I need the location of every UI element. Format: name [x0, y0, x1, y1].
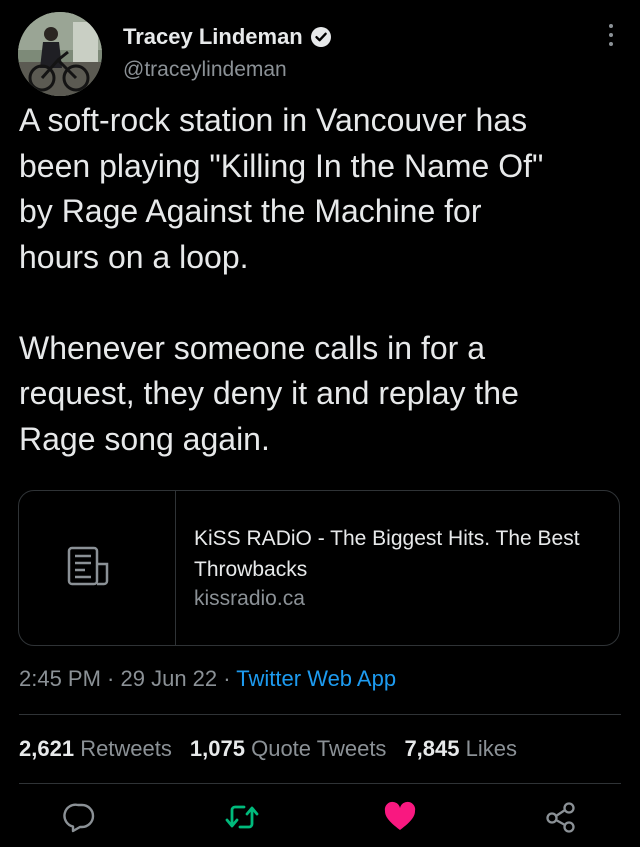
action-bar [0, 800, 640, 844]
quotes-label: Quote Tweets [251, 736, 387, 761]
reply-icon[interactable] [63, 800, 97, 834]
tweet-header: Tracey Lindeman @traceylindeman [18, 12, 624, 96]
author-handle[interactable]: @traceylindeman [123, 58, 332, 82]
quotes-count: 1,075 [189, 736, 245, 761]
card-domain: kissradio.ca [194, 587, 305, 610]
retweet-icon[interactable] [224, 800, 260, 834]
verified-badge-icon [310, 27, 331, 47]
tweet-date[interactable]: 29 Jun 22 [121, 666, 218, 691]
like-heart-icon[interactable] [383, 800, 417, 834]
author-name[interactable]: Tracey Lindeman [123, 24, 303, 50]
likes-stat[interactable]: 7,845 Likes [404, 736, 517, 762]
tweet-source-link[interactable]: Twitter Web App [236, 666, 396, 691]
tweet-stats: 2,621 Retweets 1,075 Quote Tweets 7,845 … [19, 736, 517, 762]
retweets-stat[interactable]: 2,621 Retweets [19, 736, 172, 762]
meta-separator: · [217, 666, 237, 691]
likes-label: Likes [465, 736, 517, 761]
tweet-text: A soft-rock station in Vancouver has bee… [19, 102, 544, 457]
card-title: KiSS RADiO - The Biggest Hits. The Best … [194, 527, 580, 581]
card-thumbnail [19, 491, 176, 645]
meta-separator: · [100, 666, 121, 691]
article-icon [67, 546, 109, 586]
quote-tweets-stat[interactable]: 1,075 Quote Tweets [190, 736, 387, 762]
divider [19, 783, 621, 784]
share-icon[interactable] [544, 800, 578, 834]
link-card[interactable]: KiSS RADiO - The Biggest Hits. The Best … [18, 490, 620, 646]
more-options-icon[interactable] [608, 24, 614, 50]
retweets-label: Retweets [80, 736, 172, 761]
avatar[interactable] [18, 12, 102, 96]
likes-count: 7,845 [404, 736, 460, 761]
divider [19, 714, 621, 715]
tweet-meta: 2:45 PM · 29 Jun 22 · Twitter Web App [19, 666, 396, 692]
tweet-time[interactable]: 2:45 PM [19, 666, 101, 691]
retweets-count: 2,621 [19, 736, 75, 761]
